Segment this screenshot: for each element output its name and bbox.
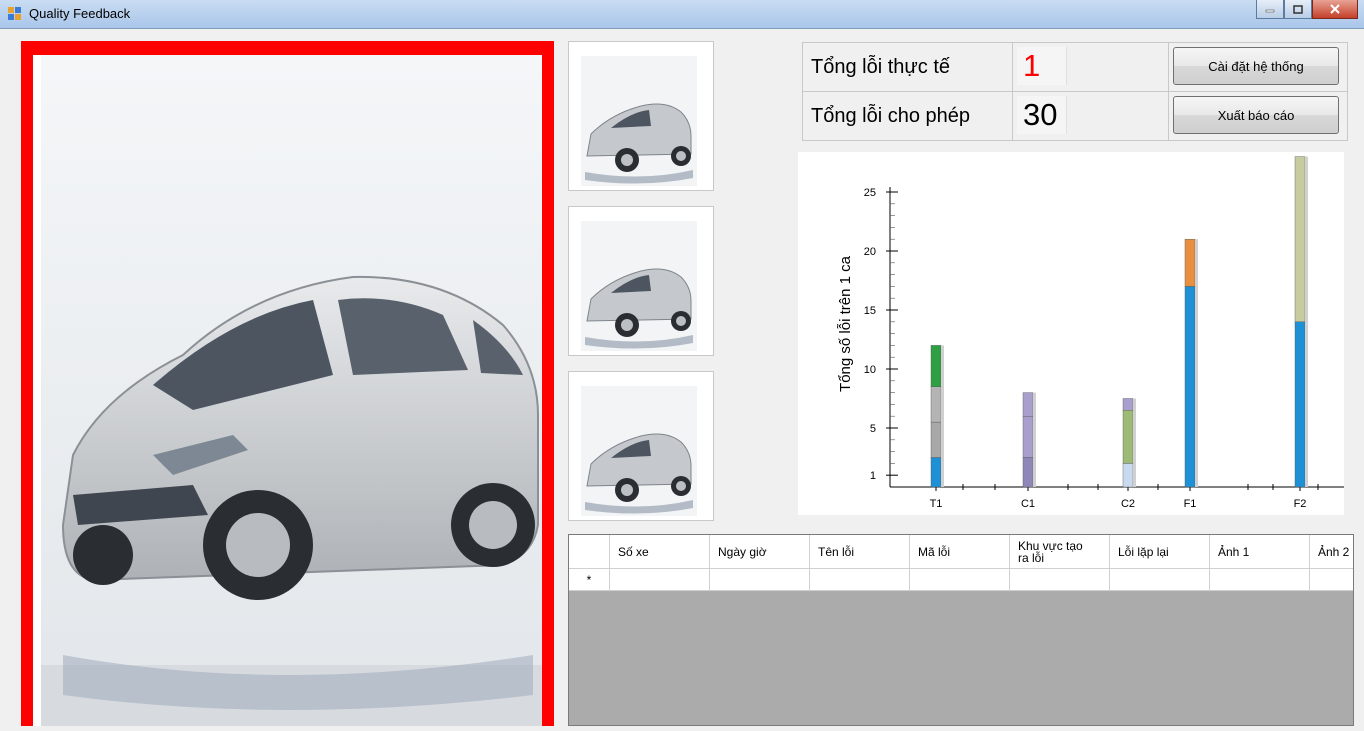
defect-data-grid[interactable]: Số xe Ngày giờ Tên lỗi Mã lỗi Khu vực tạ… bbox=[568, 534, 1354, 726]
thumbnail-1[interactable] bbox=[568, 41, 714, 191]
window-title: Quality Feedback bbox=[29, 6, 131, 21]
system-settings-button[interactable]: Cài đặt hệ thống bbox=[1173, 47, 1339, 85]
chart-bar-segment bbox=[1294, 156, 1306, 322]
new-row[interactable]: * bbox=[569, 569, 1353, 591]
chart-y-tick-label: 5 bbox=[870, 423, 876, 435]
chart-bar-segment bbox=[1122, 398, 1134, 411]
grid-header-row: Số xe Ngày giờ Tên lỗi Mã lỗi Khu vực tạ… bbox=[569, 535, 1353, 569]
chart-x-tick-label: F1 bbox=[1184, 498, 1197, 510]
chart-bar-shadow bbox=[1133, 398, 1136, 487]
grid-cell[interactable] bbox=[710, 569, 810, 591]
chart-y-tick-label: 15 bbox=[864, 305, 876, 317]
chart-bar-segment bbox=[1294, 321, 1306, 488]
grid-cell[interactable] bbox=[1210, 569, 1310, 591]
new-row-marker[interactable]: * bbox=[569, 569, 610, 591]
actual-errors-value: 1 bbox=[1017, 47, 1067, 85]
grid-cell[interactable] bbox=[1310, 569, 1353, 591]
actual-errors-cell: 1 bbox=[1012, 42, 1169, 92]
chart-x-tick-label: T1 bbox=[930, 498, 943, 510]
chart-bar-segment bbox=[1122, 463, 1134, 488]
column-header[interactable]: Ngày giờ bbox=[710, 535, 810, 569]
chart-y-tick-label: 10 bbox=[864, 364, 876, 376]
error-chart-svg: Tổng số lỗi trên 1 ca 1510152025T1 C1 C2 F1… bbox=[837, 156, 1344, 510]
column-header[interactable]: Ảnh 2 bbox=[1310, 535, 1353, 569]
grid-cell[interactable] bbox=[1110, 569, 1210, 591]
settings-cell: Cài đặt hệ thống bbox=[1168, 42, 1348, 92]
chart-bar-segment bbox=[1022, 392, 1034, 417]
chart-bar-shadow bbox=[941, 345, 944, 487]
app-icon bbox=[8, 7, 21, 20]
car-thumbnail-icon bbox=[581, 56, 697, 186]
thumbnail-3[interactable] bbox=[568, 371, 714, 521]
title-bar: Quality Feedback bbox=[0, 0, 1364, 29]
car-photo bbox=[41, 55, 542, 726]
chart-ylabel: Tổng số lỗi trên 1 ca bbox=[837, 255, 854, 392]
car-thumbnail-icon bbox=[581, 221, 697, 351]
column-header[interactable]: Tên lỗi bbox=[810, 535, 910, 569]
close-icon bbox=[1330, 4, 1340, 14]
column-header-label: Khu vực tạo ra lỗi bbox=[1018, 538, 1083, 565]
chart-bar-segment bbox=[1022, 457, 1034, 488]
allowed-errors-value: 30 bbox=[1017, 96, 1067, 134]
chart-bar-shadow bbox=[1305, 156, 1308, 487]
grid-cell[interactable] bbox=[810, 569, 910, 591]
chart-bar-segment bbox=[930, 457, 942, 488]
main-photo-frame bbox=[21, 41, 554, 726]
column-header[interactable]: Lỗi lặp lại bbox=[1110, 535, 1210, 569]
car-thumbnail-icon bbox=[581, 386, 697, 516]
grid-cell[interactable] bbox=[1010, 569, 1110, 591]
grid-cell[interactable] bbox=[910, 569, 1010, 591]
chart-bar-segment bbox=[1022, 416, 1034, 458]
chart-x-tick-label: C1 bbox=[1021, 498, 1035, 510]
grid-corner-cell[interactable] bbox=[569, 535, 610, 569]
maximize-button[interactable] bbox=[1284, 0, 1312, 19]
chart-bar-shadow bbox=[1033, 392, 1036, 487]
column-header[interactable]: Ảnh 1 bbox=[1210, 535, 1310, 569]
minimize-button[interactable] bbox=[1256, 0, 1284, 19]
thumbnail-2[interactable] bbox=[568, 206, 714, 356]
error-summary-table: Tổng lỗi thực tế 1 Cài đặt hệ thống Tổng… bbox=[802, 42, 1348, 142]
chart-y-tick-label: 20 bbox=[864, 246, 876, 258]
close-button[interactable] bbox=[1312, 0, 1358, 19]
chart-bar-segment bbox=[930, 421, 942, 458]
actual-errors-label: Tổng lỗi thực tế bbox=[802, 42, 1013, 92]
chart-bar-segment bbox=[930, 345, 942, 387]
grid-cell[interactable] bbox=[610, 569, 710, 591]
column-header[interactable]: Số xe bbox=[610, 535, 710, 569]
column-header[interactable]: Khu vực tạo ra lỗi bbox=[1010, 535, 1110, 569]
chart-y-tick-label: 1 bbox=[870, 470, 876, 482]
chart-bar-segment bbox=[1184, 286, 1196, 488]
main-photo[interactable] bbox=[33, 55, 542, 726]
maximize-icon bbox=[1293, 4, 1303, 14]
chart-x-tick-label: C2 bbox=[1121, 498, 1135, 510]
export-report-button[interactable]: Xuất báo cáo bbox=[1173, 96, 1339, 134]
minimize-icon bbox=[1265, 9, 1275, 13]
chart-y-tick-label: 25 bbox=[864, 187, 876, 199]
chart-x-tick-label: F2 bbox=[1294, 498, 1307, 510]
allowed-errors-label: Tổng lỗi cho phép bbox=[802, 91, 1013, 141]
chart-bar-shadow bbox=[1195, 239, 1198, 487]
allowed-errors-cell: 30 bbox=[1012, 91, 1169, 141]
chart-bar-segment bbox=[1122, 410, 1134, 464]
chart-bar-segment bbox=[930, 386, 942, 423]
chart-bar-segment bbox=[1184, 238, 1196, 287]
error-chart: Tổng số lỗi trên 1 ca 1 5 10 15 20 25 T1 C1 C2 F1… bbox=[798, 152, 1344, 515]
column-header[interactable]: Mã lỗi bbox=[910, 535, 1010, 569]
export-cell: Xuất báo cáo bbox=[1168, 91, 1348, 141]
